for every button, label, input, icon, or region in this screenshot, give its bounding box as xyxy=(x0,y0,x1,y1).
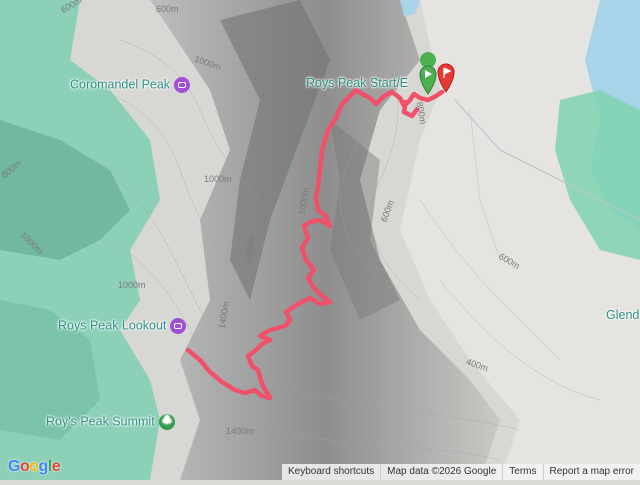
contour-label: 1000m xyxy=(204,174,232,184)
contour-label: 600m xyxy=(156,4,179,14)
terrain-layer xyxy=(0,0,640,480)
terms-link[interactable]: Terms xyxy=(502,464,542,480)
contour-label: 1000m xyxy=(118,280,146,290)
place-name: Glend xyxy=(606,308,640,322)
place-roys-peak-lookout[interactable]: Roys Peak Lookout xyxy=(58,318,187,334)
contour-label: 1400m xyxy=(226,426,254,436)
map-data-text: Map data ©2026 Google xyxy=(380,464,502,480)
place-name: Roy's Peak Summit xyxy=(46,414,155,429)
camera-icon xyxy=(170,318,187,334)
place-coromandel-peak[interactable]: Coromandel Peak xyxy=(70,77,191,93)
terrain-map[interactable]: 600m 1000m 800m 1000m 600m 1000m 1400m 1… xyxy=(0,0,640,480)
place-roys-peak-summit[interactable]: Roy's Peak Summit xyxy=(46,413,175,430)
place-roys-peak-start[interactable]: Roys Peak Start/E xyxy=(306,76,408,90)
report-map-error-link[interactable]: Report a map error xyxy=(542,464,640,480)
place-name: Roys Peak Start/E xyxy=(306,76,409,90)
place-glenorchy[interactable]: Glend xyxy=(606,308,639,322)
park-icon xyxy=(158,413,175,430)
place-name: Coromandel Peak xyxy=(70,77,171,92)
keyboard-shortcuts-link[interactable]: Keyboard shortcuts xyxy=(282,464,380,480)
place-name: Roys Peak Lookout xyxy=(58,318,167,333)
google-logo[interactable]: Google xyxy=(8,458,61,476)
attribution-bar: Keyboard shortcuts Map data ©2026 Google… xyxy=(281,464,640,480)
camera-icon xyxy=(174,77,191,93)
